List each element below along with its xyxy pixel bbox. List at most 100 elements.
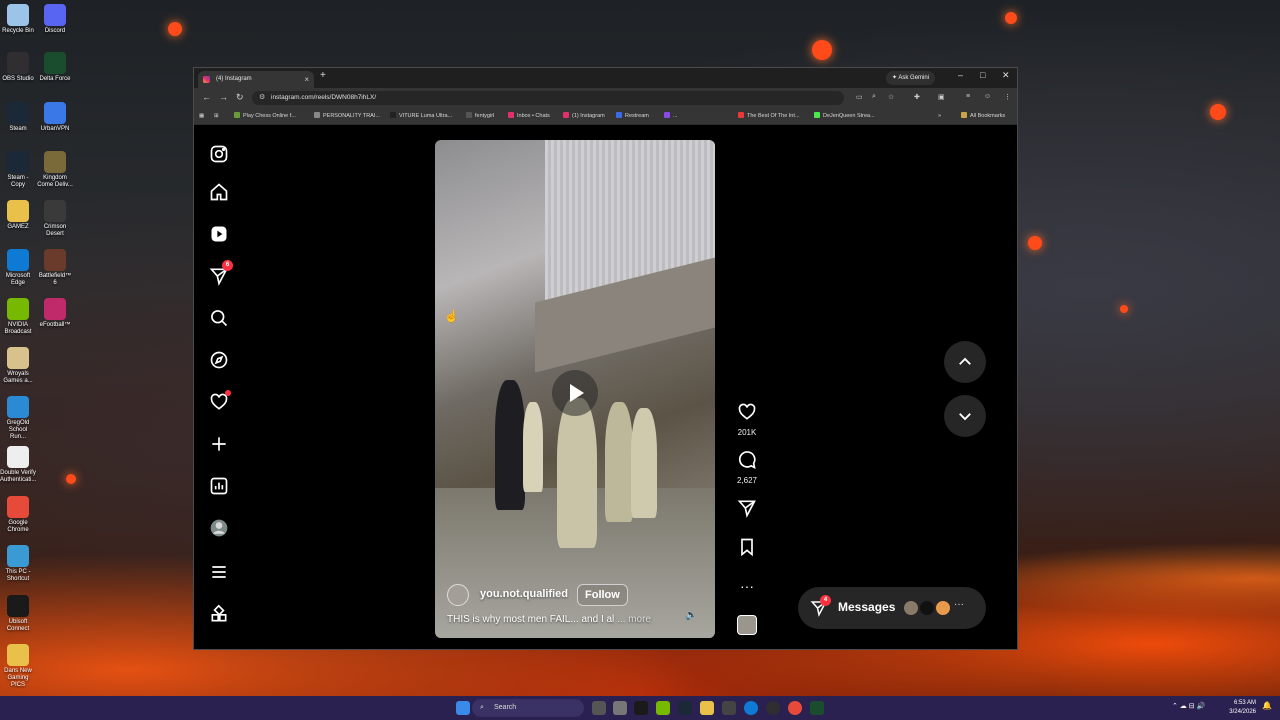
bookmark-item[interactable]: fentygirl — [466, 111, 494, 121]
comment-action[interactable]: 2,627 — [734, 450, 760, 485]
like-action[interactable]: 201K — [734, 402, 760, 437]
messages-pill[interactable]: 4 Messages ··· — [798, 587, 986, 629]
close-tab-icon[interactable]: × — [304, 71, 309, 88]
bookmark-item[interactable]: The Best Of The Int... — [738, 111, 799, 121]
file-explorer-icon[interactable] — [700, 701, 714, 715]
notifications-heart-icon[interactable] — [206, 390, 232, 416]
mute-icon[interactable]: 🔈 — [685, 610, 697, 621]
clock[interactable]: 6:53 AM 3/24/2026 — [1229, 699, 1256, 717]
apps-icon[interactable]: ▦ — [199, 111, 204, 121]
desktop-icon[interactable]: Steam — [0, 102, 36, 133]
explore-icon[interactable] — [206, 350, 232, 374]
all-bookmarks[interactable]: All Bookmarks — [961, 111, 1005, 121]
bookmark-item[interactable]: VITURE Luma Ultra... — [390, 111, 452, 121]
steam-app-icon[interactable] — [678, 701, 692, 715]
search-icon[interactable] — [206, 308, 232, 332]
close-window-icon[interactable]: ✕ — [1002, 70, 1010, 81]
desktop-icon[interactable]: Kingdom Come Deliv... — [37, 151, 73, 189]
tab-search-icon[interactable]: ≡ — [966, 93, 970, 100]
obs-app-icon[interactable] — [766, 701, 780, 715]
reel-video[interactable]: you.not.qualified Follow THIS is why mos… — [435, 140, 715, 638]
desktop-icon[interactable]: This PC - Shortcut — [0, 545, 36, 583]
instagram-logo-icon[interactable] — [206, 144, 232, 168]
desktop-icon[interactable]: Ubisoft Connect — [0, 595, 36, 633]
bookmark-item[interactable]: ... — [664, 111, 678, 121]
next-reel-button[interactable] — [944, 395, 986, 437]
reload-icon[interactable]: ↻ — [236, 92, 244, 103]
more-options-icon[interactable]: ··· — [734, 576, 760, 596]
desktop-icon[interactable]: Microsoft Edge — [0, 249, 36, 287]
profile-icon[interactable]: ☺ — [984, 93, 991, 100]
audio-thumbnail[interactable] — [734, 615, 760, 635]
desktop-icon[interactable]: Delta Force — [37, 52, 73, 83]
tab-grid-icon[interactable]: ⊞ — [214, 111, 219, 121]
bookmark-star-icon[interactable]: ☆ — [888, 93, 894, 101]
desktop-icon[interactable]: UrbanVPN — [37, 102, 73, 133]
desktop-icon[interactable]: Double Verify Authenticati... — [0, 446, 36, 484]
dashboard-icon[interactable] — [206, 476, 232, 500]
bookmark-item[interactable]: Play Chess Online f... — [234, 111, 296, 121]
minimize-icon[interactable]: – — [958, 70, 963, 80]
url-field[interactable]: ⚙ instagram.com/reels/DWN08h7ihLX/ — [252, 91, 844, 105]
menu-icon[interactable]: ⋮ — [1004, 93, 1011, 101]
also-from-meta-icon[interactable] — [206, 604, 232, 628]
play-button[interactable] — [552, 370, 598, 416]
bookmark-item[interactable]: PERSONALITY TRAI... — [314, 111, 380, 121]
desktop-icon[interactable]: Steam - Copy — [0, 151, 36, 189]
desktop-icon[interactable]: Google Chrome — [0, 496, 36, 534]
settings-app-icon[interactable] — [613, 701, 627, 715]
create-icon[interactable] — [206, 434, 232, 458]
desktop-icon[interactable]: Dans New Gaming PICS — [0, 644, 36, 689]
bookmark-item[interactable]: (1) Instagram — [563, 111, 605, 121]
desktop-icon[interactable]: OBS Studio — [0, 52, 36, 83]
follow-button[interactable]: Follow — [577, 584, 628, 606]
task-view-icon[interactable] — [592, 701, 606, 715]
profile-avatar[interactable] — [206, 518, 232, 542]
more-bookmarks-icon[interactable]: » — [938, 111, 941, 121]
forward-icon[interactable]: → — [219, 92, 228, 102]
app-icon — [44, 298, 66, 320]
bookmark-item[interactable]: Restream — [616, 111, 649, 121]
desktop-icon[interactable]: Discord — [37, 4, 73, 35]
reels-icon[interactable] — [206, 224, 232, 248]
share-action[interactable] — [734, 498, 760, 523]
ask-gemini-button[interactable]: ✦ Ask Gemini — [886, 71, 936, 85]
sidepanel-icon[interactable]: ▣ — [938, 93, 945, 101]
calculator-app-icon[interactable] — [722, 701, 736, 715]
chrome-app-icon[interactable] — [788, 701, 802, 715]
game-app-icon[interactable] — [810, 701, 824, 715]
cast-icon[interactable]: ▭ — [856, 93, 863, 101]
author-username[interactable]: you.not.qualified — [480, 588, 568, 600]
taskbar-search[interactable]: ⌕ Search — [472, 699, 584, 717]
maximize-icon[interactable]: □ — [980, 70, 985, 80]
notifications-icon[interactable]: 🔔 — [1262, 701, 1272, 710]
start-icon[interactable] — [456, 701, 470, 715]
save-action[interactable] — [734, 537, 760, 562]
desktop-icon[interactable]: Crimson Desert — [37, 200, 73, 238]
desktop-icon[interactable]: NVIDIA Broadcast — [0, 298, 36, 336]
bookmark-item[interactable]: DeJenQueen Strea... — [814, 111, 875, 121]
bookmark-item[interactable]: Inbox • Chats — [508, 111, 550, 121]
more-menu-icon[interactable] — [206, 562, 232, 586]
back-icon[interactable]: ← — [202, 92, 211, 102]
desktop-icon[interactable]: Recycle Bin — [0, 4, 36, 35]
desktop-icon[interactable]: GregOld School Run... — [0, 396, 36, 441]
caption-more-link[interactable]: ... more — [617, 614, 651, 625]
author-avatar[interactable] — [447, 584, 469, 606]
tab-instagram[interactable]: (4) Instagram × — [198, 71, 314, 88]
home-icon[interactable] — [206, 182, 232, 206]
desktop-icon[interactable]: eFootball™ — [37, 298, 73, 329]
previous-reel-button[interactable] — [944, 341, 986, 383]
system-tray-icon[interactable]: ⌃ ☁ ⊟ 🔊 — [1172, 702, 1205, 710]
desktop-icon[interactable]: Battlefield™ 6 — [37, 249, 73, 287]
extensions-icon[interactable]: ✚ — [914, 93, 920, 101]
desktop-icon[interactable]: GAMEZ — [0, 200, 36, 231]
direct-messages-icon[interactable]: 6 — [206, 260, 233, 290]
site-info-icon[interactable]: ⚙ — [259, 91, 265, 105]
zoom-icon[interactable]: ⌕ — [872, 93, 876, 101]
terminal-app-icon[interactable] — [634, 701, 648, 715]
nvidia-app-icon[interactable] — [656, 701, 670, 715]
new-tab-icon[interactable]: + — [320, 70, 326, 81]
edge-app-icon[interactable] — [744, 701, 758, 715]
desktop-icon[interactable]: Wroyals Games a... — [0, 347, 36, 385]
